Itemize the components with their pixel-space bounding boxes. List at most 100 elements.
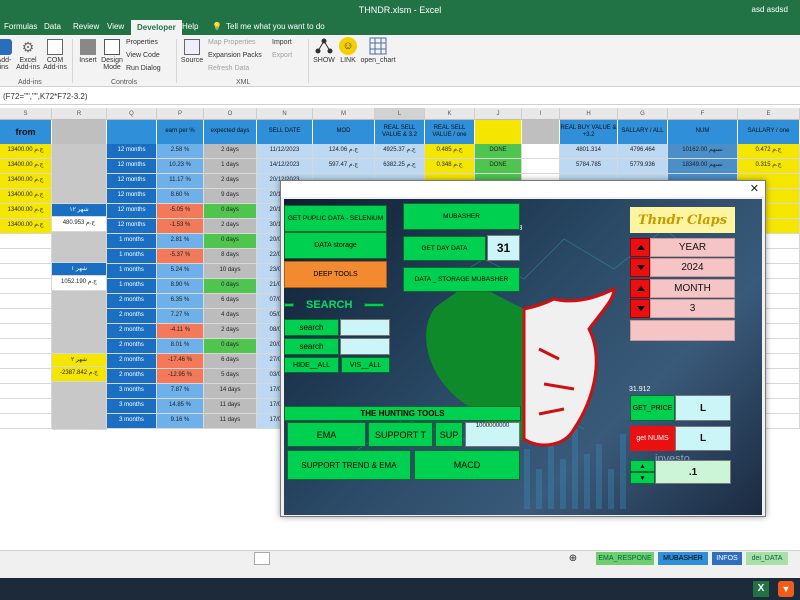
get-price-button[interactable]: GET_PRICE: [630, 395, 675, 421]
support-t-button[interactable]: SUPPORT T: [368, 422, 433, 447]
hide-all-button[interactable]: HIDE__ALL: [284, 357, 339, 373]
cell-earn[interactable]: -17.46 %: [157, 354, 204, 369]
sup-input[interactable]: 1000000000: [465, 422, 520, 447]
cell-period[interactable]: 2 months: [107, 354, 157, 369]
cell-earn[interactable]: 10.23 %: [157, 159, 204, 174]
cell-real-buy[interactable]: 4801.314: [560, 144, 618, 159]
cell-period[interactable]: 2 months: [107, 294, 157, 309]
cell-period[interactable]: 12 months: [107, 174, 157, 189]
properties-button[interactable]: Properties: [126, 39, 158, 46]
nums-field[interactable]: L: [675, 426, 731, 451]
price-field[interactable]: L: [675, 395, 731, 421]
ema-button[interactable]: EMA: [287, 422, 366, 447]
get-nums-button[interactable]: get NUMS: [630, 426, 675, 451]
cell-period[interactable]: 12 months: [107, 144, 157, 159]
col-header-g[interactable]: G: [618, 108, 668, 120]
cell-period[interactable]: 1 months: [107, 249, 157, 264]
cell-real-sell-one[interactable]: 0.485 ج.م: [425, 144, 475, 159]
addins-button[interactable]: Add-ins: [0, 39, 14, 71]
cell-mod[interactable]: 597.47 ج.م: [313, 159, 375, 174]
cell-num[interactable]: 10162.00 نسهم: [668, 144, 738, 159]
cell-expected-days[interactable]: 2 days: [204, 324, 257, 339]
col-header-k[interactable]: K: [425, 108, 475, 120]
cell-period[interactable]: 1 months: [107, 264, 157, 279]
menu-view[interactable]: View: [107, 22, 124, 31]
tab-mubasher[interactable]: MUBASHER: [658, 552, 708, 565]
cell-real-sell[interactable]: 6382.25 ج.م: [375, 159, 425, 174]
excel-addins-button[interactable]: ⚙ Excel Add-ins: [14, 39, 42, 71]
dialog-title-bar[interactable]: ✕: [281, 181, 765, 197]
menu-developer[interactable]: Developer: [131, 20, 182, 35]
deep-tools-button[interactable]: DEEP TOOLS: [284, 261, 387, 288]
cell-expected-days[interactable]: 14 days: [204, 384, 257, 399]
col-header-i[interactable]: I: [522, 108, 560, 120]
cell-expected-days[interactable]: 10 days: [204, 264, 257, 279]
cell-expected-days[interactable]: 4 days: [204, 309, 257, 324]
get-public-data-button[interactable]: GET PUPLIC DATA - SELENIUM: [284, 205, 387, 232]
col-header-p[interactable]: P: [157, 108, 204, 120]
search-button-2[interactable]: search: [284, 338, 339, 355]
cell-from[interactable]: 13400.00 ج.م: [0, 219, 52, 234]
user-name[interactable]: asd asdsd: [752, 5, 788, 14]
cell-earn[interactable]: 2.81 %: [157, 234, 204, 249]
vis-all-button[interactable]: VIS__ALL: [341, 357, 390, 373]
cell-real-sell[interactable]: 4925.37 ج.م: [375, 144, 425, 159]
col-header-j[interactable]: J: [475, 108, 522, 120]
cell-period[interactable]: 12 months: [107, 159, 157, 174]
cell-expected-days[interactable]: 2 days: [204, 174, 257, 189]
col-header-r[interactable]: R: [52, 108, 107, 120]
cell-earn[interactable]: 7.27 %: [157, 309, 204, 324]
day-input[interactable]: 31: [487, 235, 520, 261]
sup-button[interactable]: SUP: [435, 422, 463, 447]
col-header-n[interactable]: N: [257, 108, 313, 120]
step-up-arrow-icon[interactable]: ▲: [630, 460, 655, 472]
cell-earn[interactable]: 6.35 %: [157, 294, 204, 309]
tab-ema-respone[interactable]: EMA_RESPONE: [596, 552, 654, 565]
com-addins-button[interactable]: COM Add-ins: [42, 39, 68, 71]
cell-earn[interactable]: 11.17 %: [157, 174, 204, 189]
design-mode-button[interactable]: Design Mode: [100, 39, 124, 71]
col-header-l[interactable]: L: [375, 108, 425, 120]
cell-period[interactable]: 1 months: [107, 279, 157, 294]
cell-from[interactable]: 13400.00 ج.م: [0, 174, 52, 189]
col-header-h[interactable]: H: [560, 108, 618, 120]
map-properties-button[interactable]: Map Properties: [208, 39, 255, 46]
cell-status[interactable]: DONE: [475, 144, 522, 159]
month-down-arrow-icon[interactable]: [630, 299, 650, 318]
col-header-e[interactable]: E: [738, 108, 800, 120]
col-header-f[interactable]: F: [668, 108, 738, 120]
cell-from[interactable]: [0, 234, 52, 249]
cell-from[interactable]: [0, 354, 52, 369]
tab-infos[interactable]: INFOS: [712, 552, 742, 565]
cell-earn[interactable]: 8.90 %: [157, 279, 204, 294]
horizontal-scrollbar[interactable]: [254, 552, 270, 565]
cell-period[interactable]: 12 months: [107, 219, 157, 234]
formula-bar[interactable]: (F72="","",K72*F72-3.2): [0, 88, 800, 105]
cell-status[interactable]: DONE: [475, 159, 522, 174]
menu-review[interactable]: Review: [73, 22, 99, 31]
excel-taskbar-icon[interactable]: X: [753, 581, 769, 597]
cell-expected-days[interactable]: 0 days: [204, 279, 257, 294]
tab-dei-data[interactable]: dei_DATA: [746, 552, 788, 565]
cell-from[interactable]: [0, 384, 52, 399]
cell-sallary-one[interactable]: 0.472 ج.م: [738, 144, 800, 159]
cell-expected-days[interactable]: 2 days: [204, 144, 257, 159]
cell-from[interactable]: 13400.00 ج.م: [0, 159, 52, 174]
brave-browser-icon[interactable]: ▼: [778, 581, 794, 597]
cell-blank[interactable]: [522, 144, 560, 159]
cell-earn[interactable]: 9.16 %: [157, 414, 204, 429]
data-storage-button[interactable]: DATA storage: [284, 232, 387, 259]
cell-from[interactable]: [0, 399, 52, 414]
cell-earn[interactable]: -5.05 %: [157, 204, 204, 219]
mubasher-button[interactable]: MUBASHER: [403, 203, 520, 230]
menu-formulas[interactable]: Formulas: [4, 22, 37, 31]
month-up-arrow-icon[interactable]: [630, 279, 650, 298]
source-button[interactable]: Source: [180, 39, 204, 64]
cell-from[interactable]: 13400.00 ج.م: [0, 204, 52, 219]
data-storage-mubasher-button[interactable]: DATA _ STORAGE MUBASHER: [403, 267, 520, 292]
cell-period[interactable]: 2 months: [107, 339, 157, 354]
search-button-1[interactable]: search: [284, 319, 339, 336]
cell-earn[interactable]: -1.53 %: [157, 219, 204, 234]
step-field[interactable]: .1: [655, 460, 731, 484]
cell-expected-days[interactable]: 0 days: [204, 234, 257, 249]
